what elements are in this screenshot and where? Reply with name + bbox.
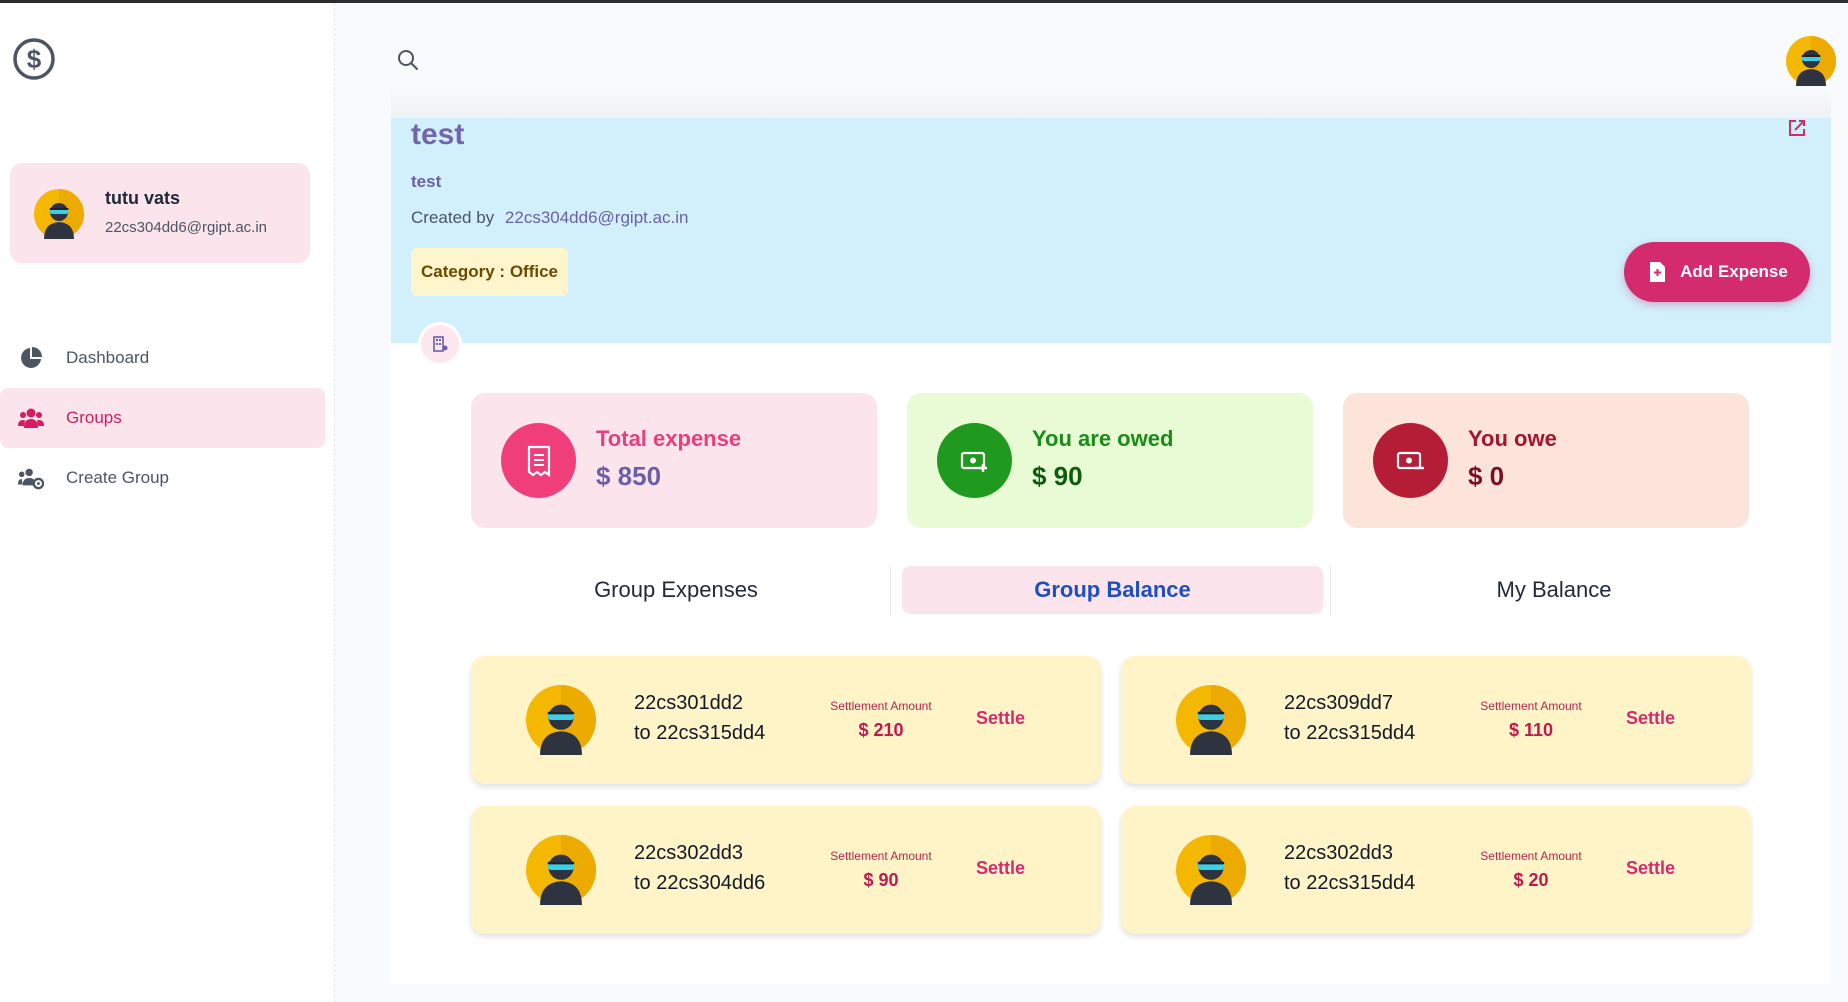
edit-icon[interactable] — [1787, 118, 1809, 140]
created-by-email: 22cs304dd6@rgipt.ac.in — [504, 208, 689, 227]
sidebar-item-create-group[interactable]: Create Group — [0, 448, 325, 508]
balance-card: 22cs301dd2 to 22cs315dd4 Settlement Amou… — [471, 656, 1101, 784]
sidebar: $ tutu vats 22cs304dd6@rgipt.ac.in Dashb… — [0, 3, 335, 1002]
sidebar-item-label: Create Group — [66, 468, 169, 487]
tab-group-balance[interactable]: Group Balance — [902, 566, 1323, 614]
stat-value: $ 850 — [596, 461, 662, 491]
settlement-amount: $ 110 — [1508, 720, 1554, 740]
tab-divider — [890, 566, 891, 616]
settlement-amount-label: Settlement Amount — [830, 699, 932, 713]
dollar-circle-icon[interactable]: $ — [12, 37, 56, 81]
category-label: Category : — [421, 262, 506, 281]
avatar — [34, 189, 84, 239]
svg-text:$: $ — [27, 44, 42, 74]
add-expense-label: Add Expense — [1680, 262, 1788, 281]
avatar — [526, 685, 596, 755]
group-banner: test test Created by 22cs304dd6@rgipt.ac… — [391, 118, 1831, 343]
sidebar-item-dashboard[interactable]: Dashboard — [0, 328, 325, 388]
sidebar-nav: Dashboard Groups Create Group — [0, 328, 325, 508]
view-tabs: Group Expenses Group Balance My Balance — [471, 566, 1771, 616]
balance-card: 22cs302dd3 to 22cs304dd6 Settlement Amou… — [471, 806, 1101, 934]
stat-label: You owe — [1468, 426, 1557, 451]
money-minus-icon — [1373, 423, 1448, 498]
created-by-label: Created by — [411, 208, 495, 227]
header-divider — [391, 86, 1831, 118]
avatar — [1176, 835, 1246, 905]
balance-card: 22cs309dd7 to 22cs315dd4 Settlement Amou… — [1121, 656, 1751, 784]
avatar[interactable] — [1786, 36, 1836, 86]
settle-button[interactable]: Settle — [976, 708, 1025, 729]
balance-to: to 22cs304dd6 — [634, 872, 766, 894]
created-by: Created by 22cs304dd6@rgipt.ac.in — [411, 208, 689, 228]
page-title: test — [411, 118, 465, 151]
balance-from: 22cs309dd7 — [1284, 692, 1393, 714]
stat-value: $ 0 — [1468, 461, 1505, 491]
avatar — [526, 835, 596, 905]
stat-label: You are owed — [1032, 426, 1174, 451]
money-plus-icon — [937, 423, 1012, 498]
stat-value: $ 90 — [1032, 461, 1083, 491]
category-badge: Category : Office — [411, 248, 568, 296]
balance-to: to 22cs315dd4 — [1284, 872, 1416, 894]
settlement-amount-label: Settlement Amount — [1480, 699, 1582, 713]
category-value: Office — [509, 262, 558, 281]
you-are-owed-card: You are owed $ 90 — [907, 393, 1313, 528]
balance-from: 22cs302dd3 — [1284, 842, 1393, 864]
group-description: test — [411, 172, 442, 191]
balance-to: to 22cs315dd4 — [634, 722, 766, 744]
add-document-icon — [1646, 261, 1668, 283]
settlement-amount: $ 210 — [858, 720, 904, 740]
tab-group-expenses[interactable]: Group Expenses — [471, 566, 881, 614]
user-email: 22cs304dd6@rgipt.ac.in — [105, 219, 267, 236]
add-expense-button[interactable]: Add Expense — [1624, 242, 1810, 302]
tab-divider — [1330, 566, 1331, 616]
search-icon[interactable] — [396, 48, 420, 72]
avatar — [1176, 685, 1246, 755]
sidebar-item-label: Groups — [66, 408, 122, 427]
user-group-settings-icon — [18, 465, 44, 491]
sidebar-item-label: Dashboard — [66, 348, 150, 367]
user-profile-card[interactable]: tutu vats 22cs304dd6@rgipt.ac.in — [10, 163, 310, 263]
group-detail-panel: test test Created by 22cs304dd6@rgipt.ac… — [391, 118, 1831, 984]
stat-label: Total expense — [596, 426, 742, 451]
settlement-amount-label: Settlement Amount — [1480, 849, 1582, 863]
pie-chart-icon — [18, 345, 44, 371]
balance-to: to 22cs315dd4 — [1284, 722, 1416, 744]
receipt-icon — [501, 423, 576, 498]
settle-button[interactable]: Settle — [1626, 708, 1675, 729]
settle-button[interactable]: Settle — [976, 858, 1025, 879]
building-icon — [418, 322, 462, 366]
you-owe-card: You owe $ 0 — [1343, 393, 1749, 528]
total-expense-card: Total expense $ 850 — [471, 393, 877, 528]
tab-my-balance[interactable]: My Balance — [1337, 566, 1771, 614]
settlement-amount: $ 90 — [863, 870, 899, 890]
settlement-amount-label: Settlement Amount — [830, 849, 932, 863]
balance-from: 22cs301dd2 — [634, 692, 743, 714]
user-name: tutu vats — [105, 188, 181, 208]
balance-from: 22cs302dd3 — [634, 842, 743, 864]
sidebar-item-groups[interactable]: Groups — [0, 388, 325, 448]
users-icon — [18, 405, 44, 431]
balance-card: 22cs302dd3 to 22cs315dd4 Settlement Amou… — [1121, 806, 1751, 934]
settlement-amount: $ 20 — [1513, 870, 1549, 890]
settle-button[interactable]: Settle — [1626, 858, 1675, 879]
